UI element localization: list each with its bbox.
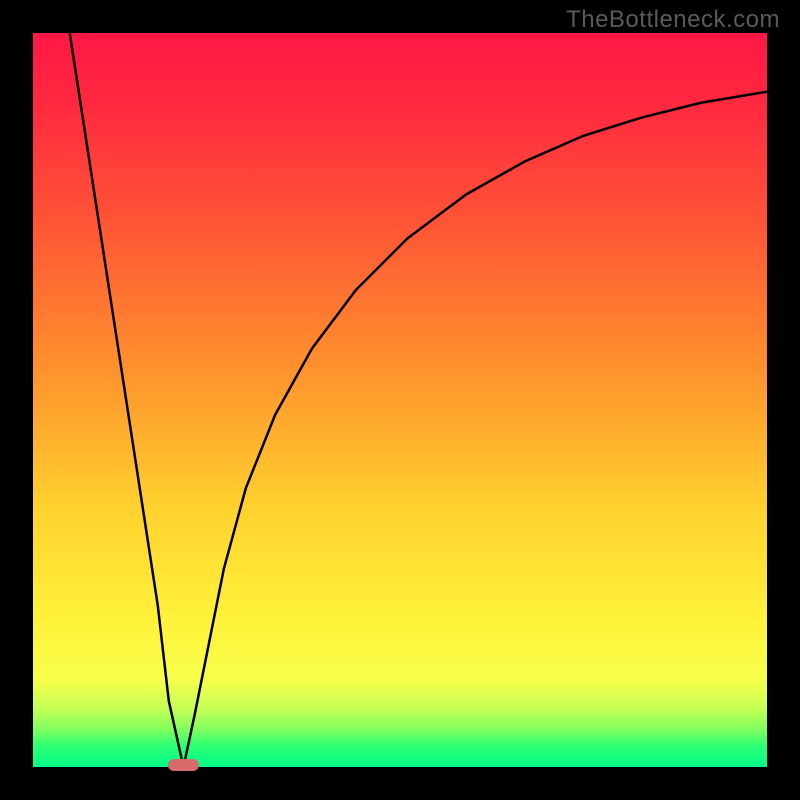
watermark-text: TheBottleneck.com <box>566 6 780 34</box>
bottleneck-curve <box>70 33 767 767</box>
chart-frame: TheBottleneck.com <box>0 0 800 800</box>
min-marker <box>168 759 199 771</box>
plot-area <box>33 33 767 767</box>
curve-svg <box>33 33 767 767</box>
